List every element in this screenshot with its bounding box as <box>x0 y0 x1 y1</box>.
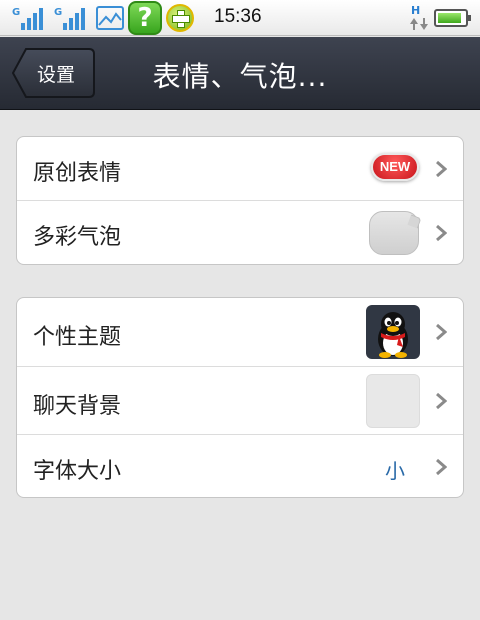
chevron-right-icon <box>436 458 447 476</box>
settings-group-2: 个性主题 聊天背景 字体大小 小 <box>16 297 464 498</box>
chevron-right-icon <box>436 392 447 410</box>
font-size-value: 小 <box>385 459 405 483</box>
background-thumbnail-icon <box>366 374 420 428</box>
page-title: 表情、气泡... <box>152 60 328 93</box>
row-label: 个性主题 <box>33 325 122 350</box>
row-personal-theme[interactable]: 个性主题 <box>17 298 463 367</box>
help-app-icon[interactable]: ? <box>128 1 162 35</box>
row-font-size[interactable]: 字体大小 小 <box>17 435 463 499</box>
row-label: 多彩气泡 <box>33 225 122 250</box>
battery-icon <box>434 9 471 27</box>
chevron-right-icon <box>436 160 447 178</box>
hsdpa-icon: H <box>408 4 428 31</box>
settings-group-1: 原创表情 NEW 多彩气泡 <box>16 136 464 265</box>
row-label: 聊天背景 <box>33 394 122 419</box>
bubble-preview-icon <box>369 211 419 255</box>
chevron-right-icon <box>436 224 447 242</box>
network-type: H <box>411 4 421 17</box>
row-label: 原创表情 <box>33 161 122 186</box>
battery-level <box>438 13 461 23</box>
row-color-bubbles[interactable]: 多彩气泡 <box>17 201 463 265</box>
row-original-emoticons[interactable]: 原创表情 NEW <box>17 137 463 201</box>
signal-sim2-icon: G <box>54 6 88 30</box>
chevron-right-icon <box>436 323 447 341</box>
sim2-label: G <box>54 7 63 18</box>
plus-app-icon[interactable] <box>166 4 194 32</box>
new-badge: NEW <box>371 153 419 181</box>
qq-penguin-thumbnail-icon <box>366 305 420 359</box>
signal-sim1-icon: G <box>12 6 46 30</box>
picture-notification-icon <box>96 6 124 30</box>
status-bar: G G ? 15:36 H <box>0 0 480 36</box>
sim1-label: G <box>12 7 21 18</box>
status-time: 15:36 <box>214 6 262 27</box>
title-bar: 设置 表情、气泡... <box>0 37 480 110</box>
row-label: 字体大小 <box>33 459 122 484</box>
status-notifications: G G ? <box>12 1 194 35</box>
row-chat-background[interactable]: 聊天背景 <box>17 367 463 435</box>
